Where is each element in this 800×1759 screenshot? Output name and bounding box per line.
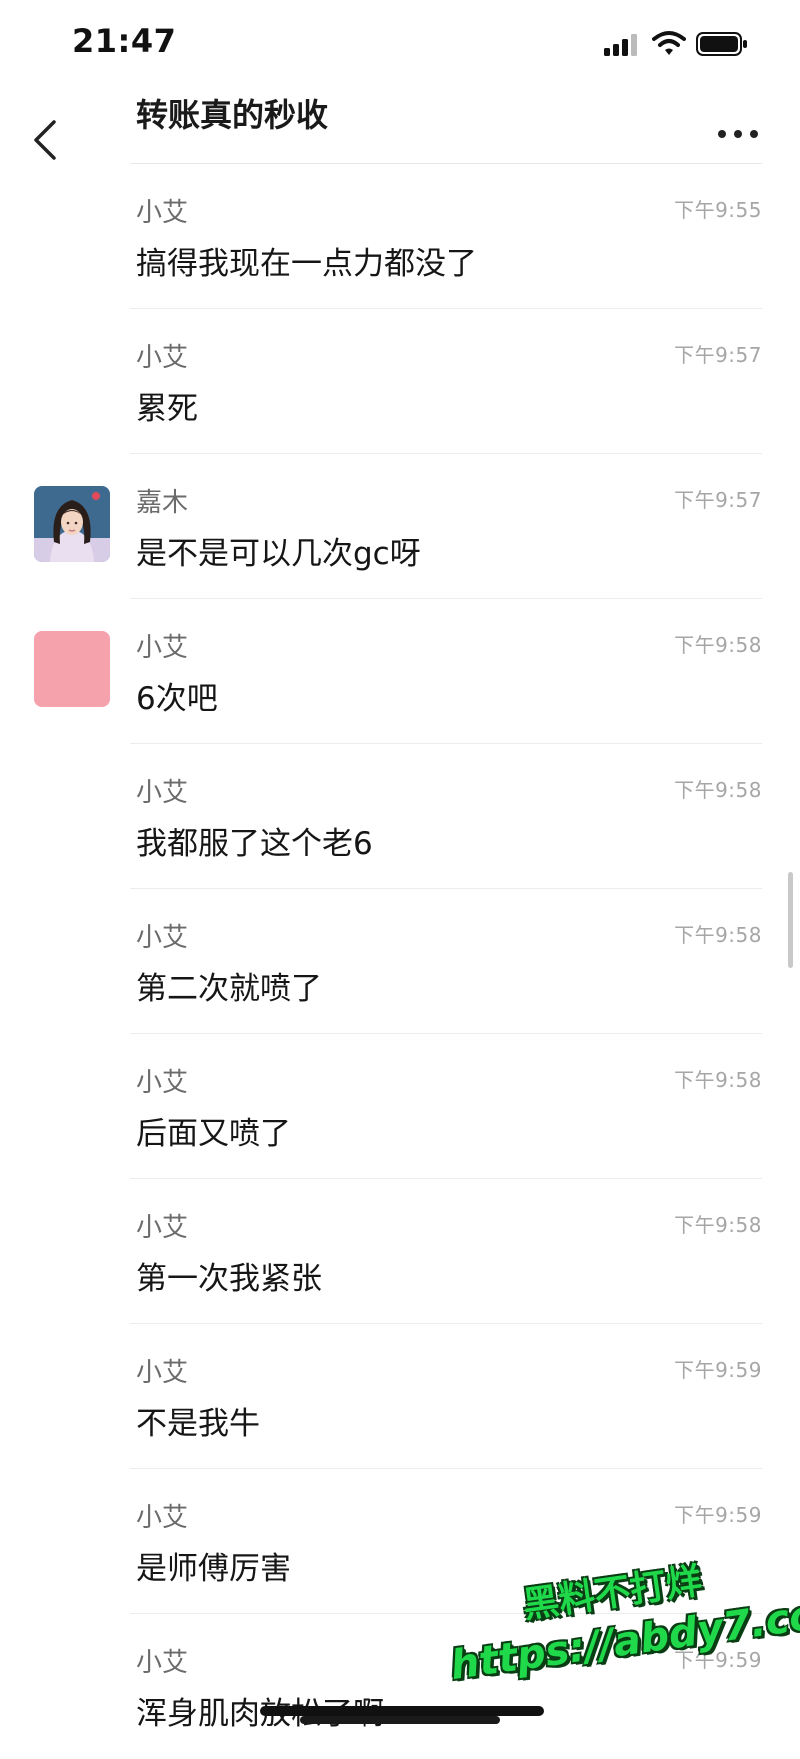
avatar[interactable]: [34, 631, 110, 707]
sender-name: 小艾: [136, 923, 189, 953]
sender-name: 小艾: [136, 343, 189, 373]
sender-name: 小艾: [136, 1068, 189, 1098]
message-time: 下午9:59: [674, 1503, 762, 1527]
back-arrow-icon[interactable]: [30, 118, 60, 162]
signal-icon: [604, 34, 637, 56]
message-text: 第一次我紧张: [136, 1261, 322, 1297]
message-time: 下午9:59: [674, 1358, 762, 1382]
message-item[interactable]: 小艾 下午9:58 6次吧: [0, 599, 800, 744]
message-text: 后面又喷了: [136, 1116, 291, 1152]
sender-name: 小艾: [136, 198, 189, 228]
message-text: 累死: [136, 391, 198, 427]
message-text: 第二次就喷了: [136, 971, 322, 1007]
message-text: 我都服了这个老6: [136, 826, 373, 862]
home-indicator[interactable]: [300, 1716, 500, 1724]
message-item[interactable]: 小艾 下午9:59 不是我牛: [0, 1324, 800, 1469]
message-time: 下午9:58: [674, 778, 762, 802]
sender-name: 小艾: [136, 1358, 189, 1388]
message-text: 是师傅厉害: [136, 1551, 291, 1587]
sender-name: 小艾: [136, 1648, 189, 1678]
message-time: 下午9:58: [674, 1068, 762, 1092]
message-text: 不是我牛: [136, 1406, 260, 1442]
message-text: 搞得我现在一点力都没了: [136, 246, 477, 282]
message-text: 6次吧: [136, 681, 218, 717]
message-item[interactable]: 小艾 下午9:58 我都服了这个老6: [0, 744, 800, 889]
message-time: 下午9:58: [674, 633, 762, 657]
message-list[interactable]: 小艾 下午9:55 搞得我现在一点力都没了 小艾 下午9:57 累死 嘉木 下午…: [0, 164, 800, 1759]
message-text: 是不是可以几次gc呀: [136, 536, 421, 572]
message-time: 下午9:58: [674, 923, 762, 947]
status-time: 21:47: [72, 22, 177, 60]
girl-portrait-icon: [34, 486, 110, 562]
scroll-indicator[interactable]: [788, 872, 793, 968]
sender-name: 小艾: [136, 1213, 189, 1243]
sender-name: 小艾: [136, 633, 189, 663]
battery-icon: [696, 32, 747, 56]
message-item[interactable]: 小艾 下午9:58 后面又喷了: [0, 1034, 800, 1179]
sender-name: 小艾: [136, 778, 189, 808]
message-time: 下午9:57: [674, 343, 762, 367]
message-time: 下午9:55: [674, 198, 762, 222]
message-time: 下午9:57: [674, 488, 762, 512]
more-options-icon[interactable]: [716, 128, 760, 140]
sender-name: 小艾: [136, 1503, 189, 1533]
chat-title: 转账真的秒收: [136, 96, 329, 134]
avatar[interactable]: [34, 486, 110, 562]
wifi-icon: [652, 31, 686, 55]
message-item[interactable]: 小艾 下午9:58 第一次我紧张: [0, 1179, 800, 1324]
sender-name: 嘉木: [136, 488, 189, 518]
message-item[interactable]: 嘉木 下午9:57 是不是可以几次gc呀: [0, 454, 800, 599]
status-bar: 21:47: [0, 0, 800, 80]
message-item[interactable]: 小艾 下午9:57 累死: [0, 309, 800, 454]
chat-header: 转账真的秒收: [0, 80, 800, 164]
message-time: 下午9:58: [674, 1213, 762, 1237]
message-item[interactable]: 小艾 下午9:55 搞得我现在一点力都没了: [0, 164, 800, 309]
message-item[interactable]: 小艾 下午9:58 第二次就喷了: [0, 889, 800, 1034]
